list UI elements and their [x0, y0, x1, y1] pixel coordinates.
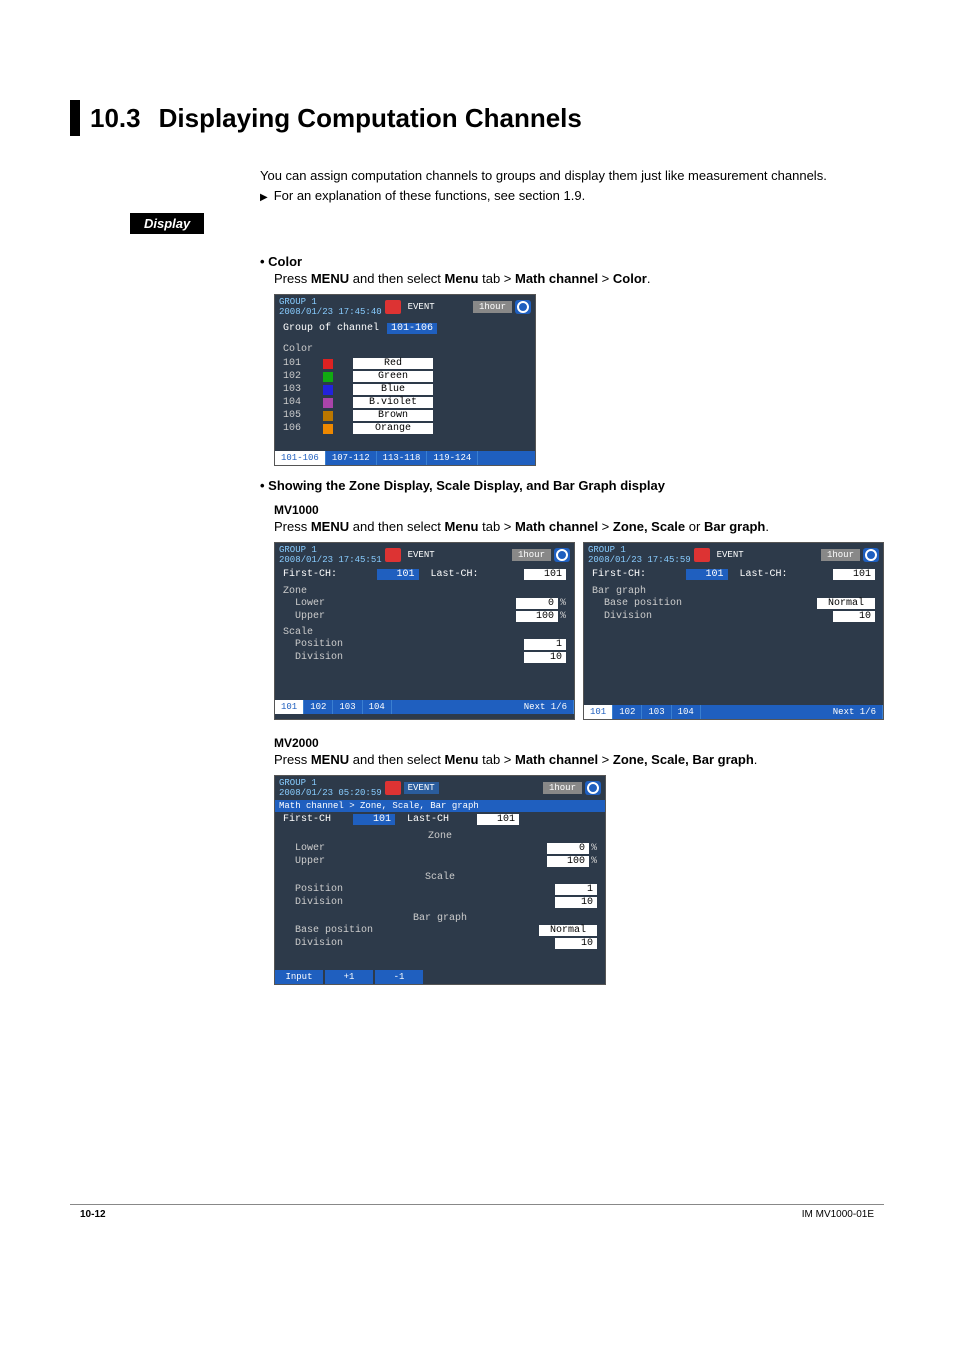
channel-tab[interactable]: 102: [304, 700, 333, 714]
color-name-field[interactable]: Orange: [353, 423, 433, 434]
scale-division-field[interactable]: 10: [555, 897, 597, 908]
color-row: 104 B.violet: [275, 396, 535, 409]
status-icon: [554, 548, 570, 562]
channel-tab[interactable]: 101: [584, 705, 613, 719]
bar-graph-panel-screenshot: GROUP 1 2008/01/23 17:45:59 EVENT 1hour …: [583, 542, 884, 720]
channel-id: 105: [283, 410, 323, 421]
section-heading: Displaying Computation Channels: [159, 100, 582, 136]
status-icon: [585, 781, 601, 795]
record-icon: [385, 781, 401, 795]
bar-division-field[interactable]: 10: [555, 938, 597, 949]
color-instruction: Press MENU and then select Menu tab > Ma…: [274, 271, 884, 286]
mv1000-instruction: Press MENU and then select Menu tab > Ma…: [274, 519, 884, 534]
bar-division-field[interactable]: 10: [833, 611, 875, 622]
color-heading: Color: [260, 254, 302, 269]
channel-id: 104: [283, 397, 323, 408]
color-swatch: [323, 372, 333, 382]
zone-lower-field[interactable]: 0: [516, 598, 558, 609]
panel-datetime: 2008/01/23 17:45:40: [279, 307, 382, 317]
zone-scale-panel-screenshot: GROUP 1 2008/01/23 17:45:51 EVENT 1hour …: [274, 542, 575, 720]
status-icon: [863, 548, 879, 562]
intro-crossref: For an explanation of these functions, s…: [260, 186, 884, 206]
color-row: 102 Green: [275, 370, 535, 383]
color-swatch: [323, 411, 333, 421]
mv2000-panel-screenshot: GROUP 1 2008/01/23 05:20:59 EVENT 1hour …: [274, 775, 606, 985]
section-title: 10.3 Displaying Computation Channels: [70, 100, 884, 136]
channel-id: 101: [283, 358, 323, 369]
channel-tab[interactable]: 104: [672, 705, 701, 719]
channel-tab[interactable]: 101: [275, 700, 304, 714]
intro-paragraph: You can assign computation channels to g…: [260, 166, 884, 186]
next-page-tab[interactable]: Next 1/6: [518, 700, 574, 714]
color-swatch: [323, 359, 333, 369]
input-button[interactable]: Input: [275, 970, 323, 984]
next-page-tab[interactable]: Next 1/6: [827, 705, 883, 719]
group-of-channel-label: Group of channel: [283, 323, 379, 334]
color-name-field[interactable]: Green: [353, 371, 433, 382]
color-row: 103 Blue: [275, 383, 535, 396]
base-position-field[interactable]: Normal: [817, 598, 875, 609]
color-name-field[interactable]: B.violet: [353, 397, 433, 408]
channel-id: 102: [283, 371, 323, 382]
page-footer: 10-12 IM MV1000-01E: [70, 1204, 884, 1220]
color-section-label: Color: [275, 338, 535, 357]
first-ch-field[interactable]: 101: [353, 814, 395, 825]
channel-range-tab[interactable]: 107-112: [326, 451, 377, 465]
channel-tab[interactable]: 104: [363, 700, 392, 714]
mv2000-instruction: Press MENU and then select Menu tab > Ma…: [274, 752, 884, 767]
color-panel-screenshot: GROUP 1 2008/01/23 17:45:40 EVENT 1hour …: [274, 294, 536, 466]
color-swatch: [323, 385, 333, 395]
record-icon: [694, 548, 710, 562]
doc-id: IM MV1000-01E: [802, 1209, 874, 1220]
zone-upper-field[interactable]: 100: [516, 611, 558, 622]
page-number: 10-12: [80, 1209, 106, 1220]
plus-one-button[interactable]: +1: [325, 970, 373, 984]
last-ch-field[interactable]: 101: [477, 814, 519, 825]
color-row: 106 Orange: [275, 422, 535, 435]
channel-range-tab[interactable]: 113-118: [377, 451, 428, 465]
scale-position-field[interactable]: 1: [555, 884, 597, 895]
color-swatch: [323, 424, 333, 434]
channel-tab[interactable]: 102: [613, 705, 642, 719]
event-badge: EVENT: [404, 301, 439, 313]
hour-badge: 1hour: [473, 301, 512, 313]
record-icon: [385, 300, 401, 314]
zone-heading: Showing the Zone Display, Scale Display,…: [260, 478, 665, 493]
channel-id: 106: [283, 423, 323, 434]
mv2000-label: MV2000: [274, 736, 884, 750]
section-number: 10.3: [90, 100, 141, 136]
color-name-field[interactable]: Blue: [353, 384, 433, 395]
channel-range-tab[interactable]: 119-124: [427, 451, 478, 465]
base-position-field[interactable]: Normal: [539, 925, 597, 936]
record-icon: [385, 548, 401, 562]
status-icon: [515, 300, 531, 314]
scale-division-field[interactable]: 10: [524, 652, 566, 663]
scale-position-field[interactable]: 1: [524, 639, 566, 650]
color-name-field[interactable]: Brown: [353, 410, 433, 421]
channel-tab[interactable]: 103: [333, 700, 362, 714]
color-name-field[interactable]: Red: [353, 358, 433, 369]
zone-lower-field[interactable]: 0: [547, 843, 589, 854]
channel-range-tab[interactable]: 101-106: [275, 451, 326, 465]
panel-group: GROUP 1: [279, 297, 382, 307]
channel-id: 103: [283, 384, 323, 395]
first-ch-field[interactable]: 101: [686, 569, 728, 580]
group-of-channel-value[interactable]: 101-106: [387, 323, 437, 334]
panel-breadcrumb: Math channel > Zone, Scale, Bar graph: [275, 800, 605, 812]
display-tag: Display: [130, 213, 204, 234]
color-swatch: [323, 398, 333, 408]
last-ch-field[interactable]: 101: [833, 569, 875, 580]
color-row: 105 Brown: [275, 409, 535, 422]
mv1000-label: MV1000: [274, 503, 884, 517]
color-row: 101 Red: [275, 357, 535, 370]
first-ch-field[interactable]: 101: [377, 569, 419, 580]
last-ch-field[interactable]: 101: [524, 569, 566, 580]
minus-one-button[interactable]: -1: [375, 970, 423, 984]
zone-upper-field[interactable]: 100: [547, 856, 589, 867]
channel-tab[interactable]: 103: [642, 705, 671, 719]
